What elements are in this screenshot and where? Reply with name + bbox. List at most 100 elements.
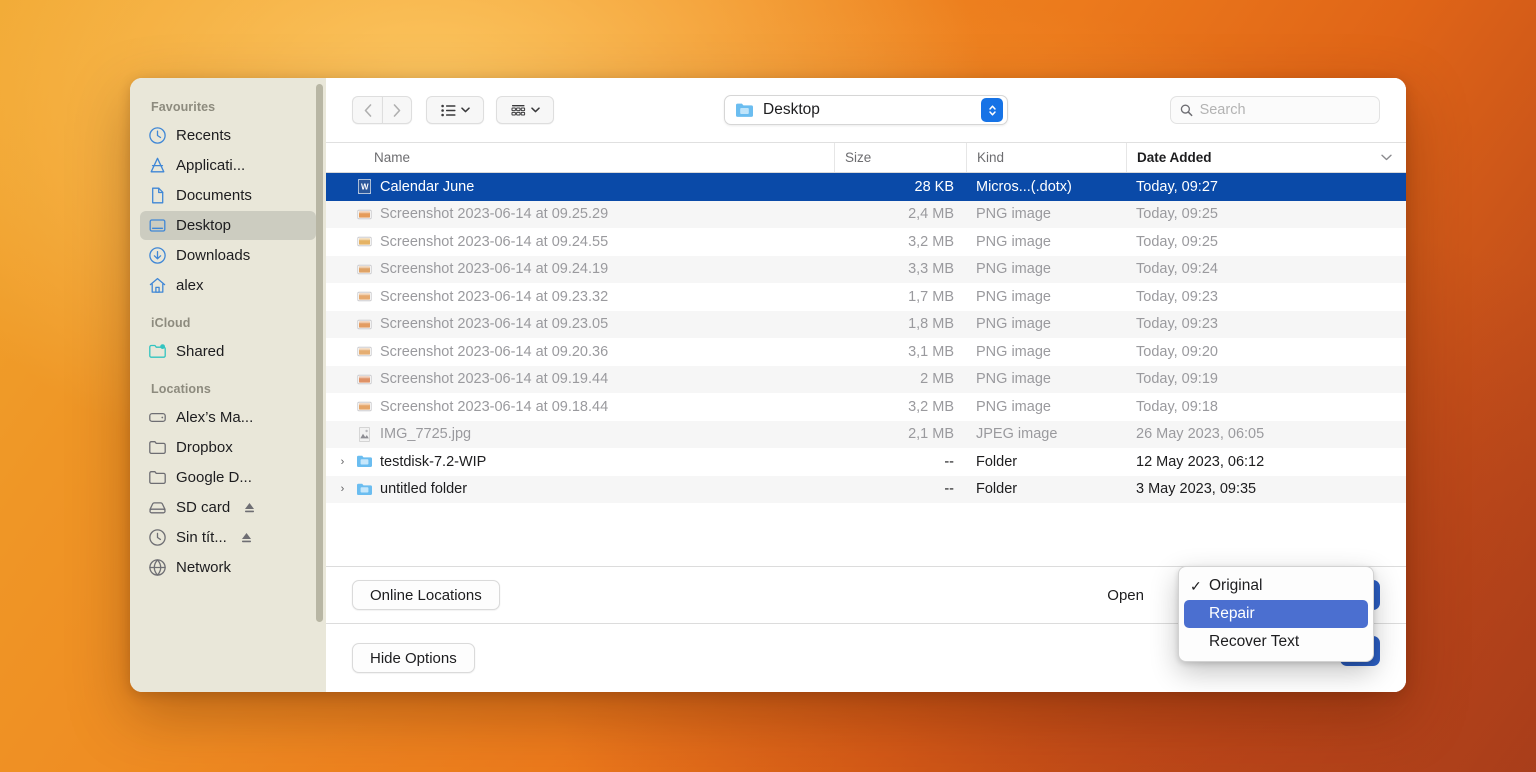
file-row[interactable]: Screenshot 2023-06-14 at 09.24.19 3,3 MB… bbox=[326, 255, 1406, 283]
sidebar-item-label: Applicati... bbox=[176, 157, 246, 174]
png-thumb-icon bbox=[357, 374, 372, 384]
shared-folder-icon bbox=[149, 344, 166, 358]
file-size-cell: -- bbox=[944, 453, 954, 470]
column-header-date-added[interactable]: Date Added bbox=[1126, 143, 1406, 172]
online-locations-button[interactable]: Online Locations bbox=[352, 580, 500, 610]
sidebar-item-label: Sin tít... bbox=[176, 529, 227, 546]
list-view-button[interactable] bbox=[426, 96, 484, 124]
eject-icon[interactable] bbox=[240, 531, 253, 544]
file-name-label: Screenshot 2023-06-14 at 09.20.36 bbox=[380, 343, 609, 360]
disk-icon bbox=[149, 502, 166, 514]
sidebar-item-label: Recents bbox=[176, 127, 232, 144]
download-icon bbox=[149, 247, 166, 264]
file-name-label: Screenshot 2023-06-14 at 09.19.44 bbox=[380, 371, 609, 388]
file-row[interactable]: Screenshot 2023-06-14 at 09.19.44 2 MB P… bbox=[326, 365, 1406, 393]
file-size-cell: 2 MB bbox=[920, 371, 954, 388]
sidebar-item-sdcard[interactable]: SD card bbox=[140, 493, 316, 522]
sidebar-item-dropbox[interactable]: Dropbox bbox=[140, 433, 316, 462]
sidebar-item-shared[interactable]: Shared bbox=[140, 337, 316, 366]
sidebar-item-documents[interactable]: Documents bbox=[140, 181, 316, 210]
menu-item-repair[interactable]: Repair bbox=[1184, 600, 1368, 628]
file-name-cell: Screenshot 2023-06-14 at 09.19.44 bbox=[326, 371, 834, 388]
file-row[interactable]: Screenshot 2023-06-14 at 09.25.29 2,4 MB… bbox=[326, 200, 1406, 228]
file-date-cell: 26 May 2023, 06:05 bbox=[1136, 426, 1265, 443]
file-list[interactable]: W Calendar June 28 KB Micros...(.dotx) T… bbox=[326, 173, 1406, 566]
file-date-cell: Today, 09:24 bbox=[1136, 261, 1218, 278]
file-date-cell: Today, 09:25 bbox=[1136, 206, 1218, 223]
menu-item-label: Recover Text bbox=[1209, 633, 1300, 650]
open-mode-dropdown-menu[interactable]: ✓ Original Repair Recover Text bbox=[1178, 566, 1374, 662]
sidebar-item-googled[interactable]: Google D... bbox=[140, 463, 316, 492]
applications-icon bbox=[150, 157, 165, 173]
file-name-cell: IMG_7725.jpg bbox=[326, 426, 834, 443]
sidebar-item-sintt[interactable]: Sin tít... bbox=[140, 523, 316, 552]
sidebar-item-network[interactable]: Network bbox=[140, 553, 316, 582]
folder-blue-icon bbox=[357, 483, 372, 495]
hide-options-button[interactable]: Hide Options bbox=[352, 643, 475, 673]
file-kind-cell: PNG image bbox=[976, 288, 1051, 305]
sidebar-group-title-locations: Locations bbox=[151, 382, 211, 396]
document-icon bbox=[152, 187, 164, 204]
sidebar-item-label: Downloads bbox=[176, 247, 251, 264]
chevron-right-icon bbox=[393, 103, 401, 117]
folder-blue-icon bbox=[736, 103, 753, 117]
sidebar-group-title-icloud: iCloud bbox=[151, 316, 191, 330]
sidebar-item-alexsma[interactable]: Alex’s Ma... bbox=[140, 403, 316, 432]
path-popup-button[interactable]: Desktop bbox=[724, 95, 1008, 125]
column-header-name[interactable]: Name bbox=[326, 143, 834, 172]
file-size-cell: 2,1 MB bbox=[908, 426, 954, 443]
eject-icon[interactable] bbox=[243, 501, 256, 514]
file-row[interactable]: › untitled folder -- Folder 3 May 2023, … bbox=[326, 475, 1406, 503]
png-thumb-icon bbox=[357, 237, 372, 247]
search-input[interactable] bbox=[1199, 102, 1370, 118]
forward-button[interactable] bbox=[382, 96, 412, 124]
path-stepper[interactable] bbox=[981, 98, 1003, 122]
file-row[interactable]: Screenshot 2023-06-14 at 09.23.32 1,7 MB… bbox=[326, 283, 1406, 311]
png-thumb-icon bbox=[357, 402, 372, 412]
png-thumb-icon bbox=[357, 209, 372, 219]
file-row[interactable]: Screenshot 2023-06-14 at 09.20.36 3,1 MB… bbox=[326, 338, 1406, 366]
file-kind-cell: PNG image bbox=[976, 316, 1051, 333]
back-button[interactable] bbox=[352, 96, 382, 124]
sidebar-item-label: SD card bbox=[176, 499, 231, 516]
file-name-cell: Screenshot 2023-06-14 at 09.24.55 bbox=[326, 233, 834, 250]
file-row[interactable]: Screenshot 2023-06-14 at 09.24.55 3,2 MB… bbox=[326, 228, 1406, 256]
clock-icon bbox=[149, 127, 166, 144]
file-date-cell: Today, 09:20 bbox=[1136, 343, 1218, 360]
home-icon bbox=[149, 277, 166, 293]
jpeg-thumb-icon bbox=[359, 426, 370, 442]
sidebar-item-label: alex bbox=[176, 277, 204, 294]
column-header-size[interactable]: Size bbox=[834, 143, 966, 172]
desktop-icon bbox=[149, 219, 166, 232]
file-row[interactable]: › testdisk-7.2-WIP -- Folder 12 May 2023… bbox=[326, 448, 1406, 476]
file-row[interactable]: IMG_7725.jpg 2,1 MB JPEG image 26 May 20… bbox=[326, 420, 1406, 448]
file-row[interactable]: Screenshot 2023-06-14 at 09.18.44 3,2 MB… bbox=[326, 393, 1406, 421]
sidebar-item-downloads[interactable]: Downloads bbox=[140, 241, 316, 270]
file-date-cell: Today, 09:23 bbox=[1136, 316, 1218, 333]
file-name-label: Calendar June bbox=[380, 178, 475, 195]
file-date-cell: 12 May 2023, 06:12 bbox=[1136, 453, 1265, 470]
menu-item-recover-text[interactable]: Recover Text bbox=[1184, 628, 1368, 656]
sidebar-item-applicati[interactable]: Applicati... bbox=[140, 151, 316, 180]
sidebar-item-alex[interactable]: alex bbox=[140, 271, 316, 300]
sidebar-item-recents[interactable]: Recents bbox=[140, 121, 316, 150]
column-header-kind[interactable]: Kind bbox=[966, 143, 1126, 172]
file-name-cell: Screenshot 2023-06-14 at 09.18.44 bbox=[326, 398, 834, 415]
disclosure-triangle-icon[interactable]: › bbox=[336, 483, 349, 495]
file-kind-cell: PNG image bbox=[976, 398, 1051, 415]
file-kind-cell: PNG image bbox=[976, 261, 1051, 278]
chevron-down-icon bbox=[1381, 154, 1392, 161]
group-view-button[interactable] bbox=[496, 96, 554, 124]
file-row[interactable]: W Calendar June 28 KB Micros...(.dotx) T… bbox=[326, 173, 1406, 201]
sidebar-item-label: Shared bbox=[176, 343, 225, 360]
file-name-label: untitled folder bbox=[380, 481, 468, 498]
disclosure-triangle-icon[interactable]: › bbox=[336, 456, 349, 468]
folder-icon bbox=[149, 471, 166, 485]
sidebar-item-desktop[interactable]: Desktop bbox=[140, 211, 316, 240]
file-size-cell: -- bbox=[944, 481, 954, 498]
file-row[interactable]: Screenshot 2023-06-14 at 09.23.05 1,8 MB… bbox=[326, 310, 1406, 338]
menu-item-original[interactable]: ✓ Original bbox=[1184, 572, 1368, 600]
sidebar-scrollbar[interactable] bbox=[316, 84, 323, 622]
search-field[interactable] bbox=[1170, 96, 1380, 124]
